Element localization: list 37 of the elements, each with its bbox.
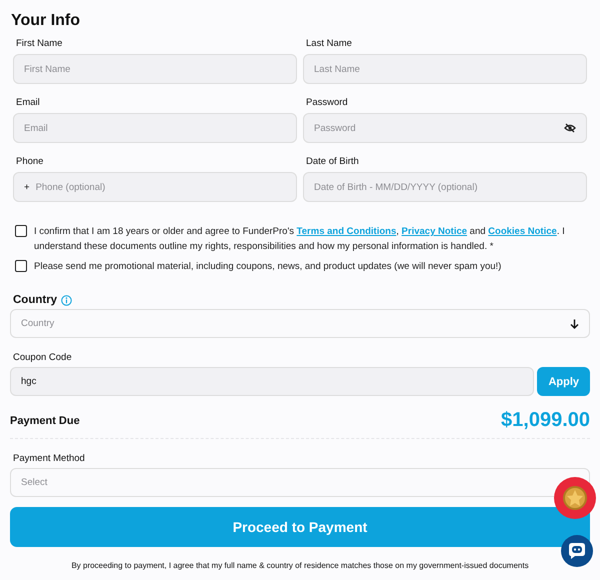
field-label: First Name — [16, 38, 62, 49]
checkbox[interactable] — [15, 260, 27, 272]
input-field[interactable]: Date of Birth - MM/DD/YYYY (optional) — [303, 172, 587, 202]
amount-due: $1,099.00 — [501, 409, 590, 432]
input-field[interactable]: First Name — [13, 54, 297, 84]
apply-button[interactable]: Apply — [537, 367, 590, 396]
proceed-button[interactable]: Proceed to Payment — [10, 507, 590, 547]
field-label: Coupon Code — [13, 352, 72, 363]
country-select[interactable]: Country — [10, 309, 590, 338]
field-label: Phone — [16, 156, 44, 167]
policy-link[interactable]: Cookies Notice — [488, 226, 557, 237]
field-label: Payment Method — [13, 453, 85, 464]
input-field[interactable]: Last Name — [303, 54, 587, 84]
consent-text: I confirm that I am 18 years or older and agree to FunderPro's Terms and Conditions, Privacy Notice and Cookies Notice. I understand these documents outline my rights, responsibilities and how my personal information is handled. * — [34, 225, 566, 254]
payment-due-label: Payment Due — [10, 414, 80, 426]
payment-method-select[interactable]: Select — [10, 468, 590, 497]
down-arrow-icon — [570, 318, 579, 328]
field-label: Email — [16, 97, 40, 108]
hidden-eye-icon[interactable] — [564, 123, 576, 133]
reward-coin-button[interactable] — [554, 477, 596, 519]
info-icon[interactable] — [61, 294, 72, 306]
input-field[interactable]: + Phone (optional) — [13, 172, 297, 202]
section-title: Your Info — [11, 12, 80, 30]
field-label: Password — [306, 97, 348, 108]
input-field[interactable]: Email — [13, 113, 297, 143]
consent-text: Please send me promotional material, including coupons, news, and product updates (we will never spam you!) — [34, 260, 502, 274]
checkbox[interactable] — [15, 225, 27, 237]
input-field[interactable]: Password — [303, 113, 587, 143]
field-label: Last Name — [306, 38, 352, 49]
phone-prefix: + — [24, 182, 30, 192]
field-label: Date of Birth — [306, 156, 359, 167]
coupon-field[interactable]: hgc — [10, 367, 534, 396]
policy-link[interactable]: Terms and Conditions — [296, 226, 396, 237]
disclaimer-text: By proceeding to payment, I agree that my full name & country of residence matches those on my government-issued documents — [70, 561, 530, 570]
field-label: Country — [13, 294, 58, 306]
policy-link[interactable]: Privacy Notice — [402, 226, 468, 237]
chat-bot-button[interactable] — [561, 535, 593, 567]
